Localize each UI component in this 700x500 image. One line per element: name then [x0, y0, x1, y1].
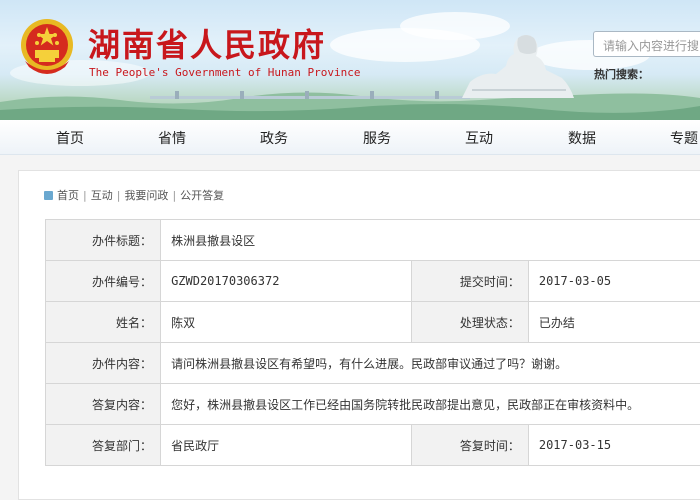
breadcrumb-interact[interactable]: 互动 [91, 189, 113, 202]
nav-item-data[interactable]: 数据 [568, 128, 596, 148]
table-row: 姓名： 陈双 处理状态： 已办结 [46, 302, 700, 343]
main-nav: 首页 省情 政务 服务 互动 数据 专题 [0, 120, 700, 155]
content-value: 请问株洲县撤县设区有希望吗，有什么进展。民政部审议通过了吗？谢谢。 [161, 343, 700, 384]
header-banner: 湖南省人民政府 The People's Government of Hunan… [0, 0, 700, 120]
nav-item-interact[interactable]: 互动 [465, 128, 493, 148]
reply-value: 您好，株洲县撤县设区工作已经由国务院转批民政部提出意见，民政部正在审核资料中。 [161, 384, 700, 425]
status-value: 已办结 [528, 302, 700, 343]
dept-value: 省民政厅 [161, 425, 412, 466]
table-row: 办件编号： GZWD20170306372 提交时间： 2017-03-05 [46, 261, 700, 302]
record-table: 办件标题： 株洲县撤县设区 办件编号： GZWD20170306372 提交时间… [45, 219, 700, 466]
nav-item-affairs[interactable]: 政务 [260, 128, 288, 148]
nav-item-topics[interactable]: 专题 [670, 128, 698, 148]
table-row: 答复部门： 省民政厅 答复时间： 2017-03-15 [46, 425, 700, 466]
submit-time-label: 提交时间： [411, 261, 528, 302]
title-label: 办件标题： [46, 220, 161, 261]
reply-label: 答复内容： [46, 384, 161, 425]
breadcrumb-home[interactable]: 首页 [57, 189, 79, 202]
breadcrumb-separator: | [172, 189, 176, 202]
nav-item-province[interactable]: 省情 [158, 128, 186, 148]
reply-time-label: 答复时间： [411, 425, 528, 466]
site-subtitle: The People's Government of Hunan Provinc… [89, 66, 361, 79]
name-label: 姓名： [46, 302, 161, 343]
table-row: 答复内容： 您好，株洲县撤县设区工作已经由国务院转批民政部提出意见，民政部正在审… [46, 384, 700, 425]
nav-item-service[interactable]: 服务 [363, 128, 391, 148]
content-card: 首页|互动|我要问政|公开答复 办件标题： 株洲县撤县设区 办件编号： GZWD… [18, 170, 700, 500]
breadcrumb: 首页|互动|我要问政|公开答复 [44, 187, 224, 203]
submit-time-value: 2017-03-05 [528, 261, 700, 302]
content-label: 办件内容： [46, 343, 161, 384]
breadcrumb-ask[interactable]: 我要问政 [124, 189, 168, 202]
nav-item-home[interactable]: 首页 [56, 128, 84, 148]
table-row: 办件标题： 株洲县撤县设区 [46, 220, 700, 261]
statue-illustration [462, 20, 574, 98]
home-icon [44, 191, 53, 200]
table-row: 办件内容： 请问株洲县撤县设区有希望吗，有什么进展。民政部审议通过了吗？谢谢。 [46, 343, 700, 384]
status-label: 处理状态： [411, 302, 528, 343]
hot-search-label: 热门搜索： [594, 66, 649, 82]
breadcrumb-public-reply[interactable]: 公开答复 [180, 189, 224, 202]
name-value: 陈双 [161, 302, 412, 343]
number-label: 办件编号： [46, 261, 161, 302]
breadcrumb-separator: | [83, 189, 87, 202]
site-title[interactable]: 湖南省人民政府 [88, 20, 326, 66]
number-value: GZWD20170306372 [161, 261, 412, 302]
search-input[interactable]: 请输入内容进行搜 [593, 31, 700, 57]
title-value: 株洲县撤县设区 [161, 220, 700, 261]
landscape-illustration [0, 82, 700, 120]
reply-time-value: 2017-03-15 [528, 425, 700, 466]
national-emblem-icon [19, 17, 75, 77]
breadcrumb-separator: | [117, 189, 121, 202]
dept-label: 答复部门： [46, 425, 161, 466]
